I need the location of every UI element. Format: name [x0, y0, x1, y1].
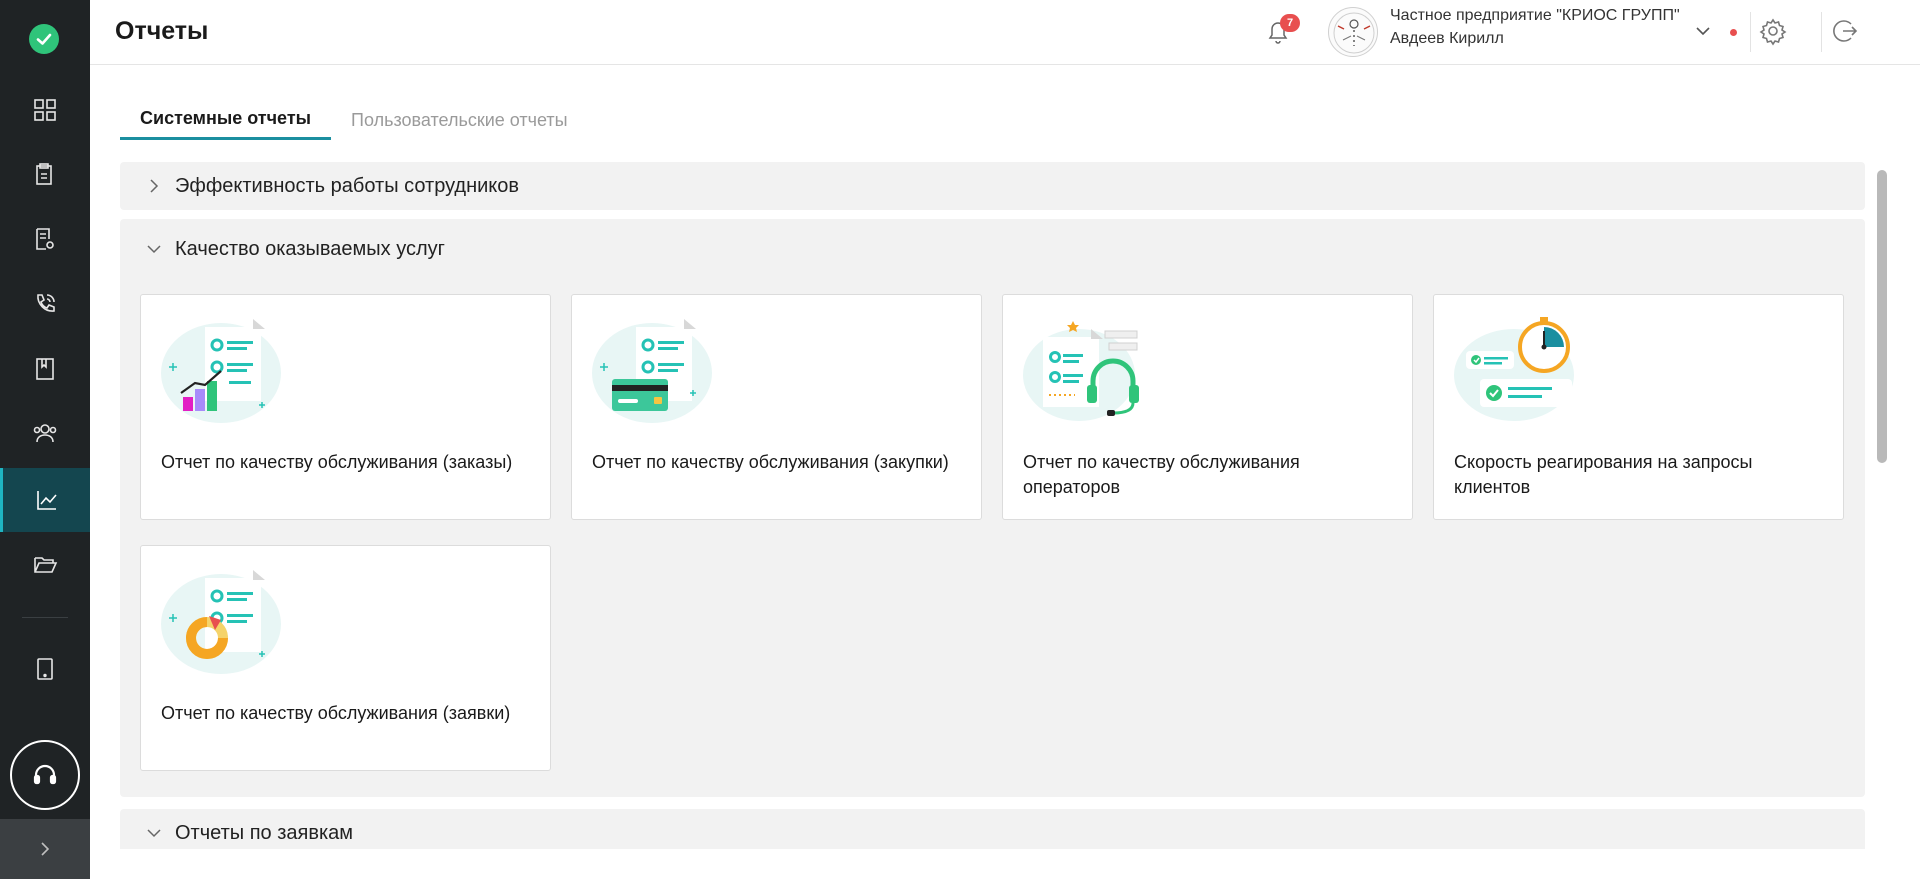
organization-logo-icon [1333, 12, 1375, 54]
account-dropdown-button[interactable] [1694, 22, 1712, 45]
purchase-card-illustration [592, 319, 712, 423]
report-card-requests[interactable]: Отчет по качеству обслуживания (заявки) [140, 545, 551, 771]
chevron-down-icon [145, 824, 163, 842]
settings-button[interactable] [1758, 16, 1788, 51]
book-icon [36, 358, 54, 380]
report-card-title: Отчет по качеству обслуживания операторо… [1023, 452, 1300, 497]
header-divider [1821, 12, 1822, 52]
logout-button[interactable] [1829, 16, 1859, 51]
requests-donut-illustration [161, 570, 281, 674]
report-card-title: Отчет по качеству обслуживания (заявки) [161, 703, 511, 723]
sidebar-item-tablet[interactable] [0, 637, 90, 701]
chevron-right-icon [145, 177, 163, 195]
status-indicator [1730, 29, 1737, 36]
notification-badge: 7 [1280, 14, 1300, 32]
sidebar-item-users[interactable] [0, 401, 90, 465]
sidebar-item-clipboard[interactable] [0, 143, 90, 207]
sidebar-item-files[interactable] [0, 533, 90, 597]
tablet-icon [37, 658, 53, 680]
report-card-title: Скорость реагирования на запросы клиенто… [1454, 452, 1753, 497]
report-tabs: Системные отчеты Пользовательские отчеты [120, 100, 588, 140]
report-card-title: Отчет по качеству обслуживания (закупки) [592, 452, 949, 472]
folder-open-icon [34, 557, 58, 573]
chart-icon [36, 491, 57, 510]
section-title: Отчеты по заявкам [175, 821, 354, 844]
dashboard-icon [34, 99, 56, 121]
header-divider [1750, 12, 1751, 52]
users-icon [33, 424, 57, 443]
section-title: Качество оказываемых услуг [175, 237, 445, 260]
logout-icon [1833, 20, 1858, 42]
reports-list: Эффективность работы сотрудников Качеств… [120, 162, 1865, 849]
section-header[interactable]: Качество оказываемых услуг [120, 219, 1865, 279]
avatar[interactable] [1328, 7, 1378, 57]
chevron-right-icon [41, 842, 50, 856]
chevron-down-icon [145, 240, 163, 258]
phone-icon [37, 294, 55, 312]
stopwatch-illustration [1454, 317, 1574, 421]
gear-icon [1759, 18, 1787, 46]
section-header[interactable]: Эффективность работы сотрудников [120, 162, 1865, 210]
section-employee-efficiency: Эффективность работы сотрудников [120, 162, 1865, 210]
section-title: Эффективность работы сотрудников [175, 174, 520, 197]
sidebar-item-dashboard[interactable] [0, 78, 90, 142]
clipboard-icon [36, 163, 52, 185]
report-card-response-speed[interactable]: Скорость реагирования на запросы клиенто… [1433, 294, 1844, 520]
scrollbar-thumb[interactable] [1877, 170, 1887, 463]
orders-chart-illustration [161, 319, 281, 423]
app-logo-icon[interactable] [29, 24, 59, 54]
tab-user-reports[interactable]: Пользовательские отчеты [331, 100, 588, 140]
operator-headset-illustration [1023, 321, 1139, 421]
sidebar-item-documents[interactable] [0, 207, 90, 271]
chevron-down-icon [1696, 27, 1710, 36]
user-name: Авдеев Кирилл [1390, 30, 1504, 47]
notifications-button[interactable]: 7 [1260, 14, 1300, 50]
sidebar-divider [22, 617, 68, 618]
top-header: Отчеты 7 Частное предприятие "КРИОС ГРУП… [90, 0, 1920, 65]
section-header[interactable]: Отчеты по заявкам [120, 809, 1865, 849]
sidebar-item-reports[interactable] [0, 468, 90, 532]
report-card-purchases[interactable]: Отчет по качеству обслуживания (закупки) [571, 294, 982, 520]
sidebar-item-calls[interactable] [0, 272, 90, 336]
section-request-reports: Отчеты по заявкам [120, 809, 1865, 849]
tab-system-reports[interactable]: Системные отчеты [120, 100, 332, 140]
report-card-title: Отчет по качеству обслуживания (заказы) [161, 452, 513, 472]
report-card-operators[interactable]: Отчет по качеству обслуживания операторо… [1002, 294, 1413, 520]
sidebar [0, 0, 90, 879]
support-button[interactable] [10, 740, 80, 810]
section-service-quality: Качество оказываемых услуг Отчет по каче… [120, 219, 1865, 797]
organization-name: Частное предприятие "КРИОС ГРУПП" [1390, 7, 1680, 24]
main-content: Системные отчеты Пользовательские отчеты… [90, 65, 1920, 879]
page-title: Отчеты [115, 17, 209, 45]
sidebar-item-book[interactable] [0, 337, 90, 401]
document-settings-icon [36, 228, 54, 250]
report-card-orders[interactable]: Отчет по качеству обслуживания (заказы) [140, 294, 551, 520]
sidebar-expand-button[interactable] [0, 819, 90, 879]
headset-icon [33, 764, 57, 785]
